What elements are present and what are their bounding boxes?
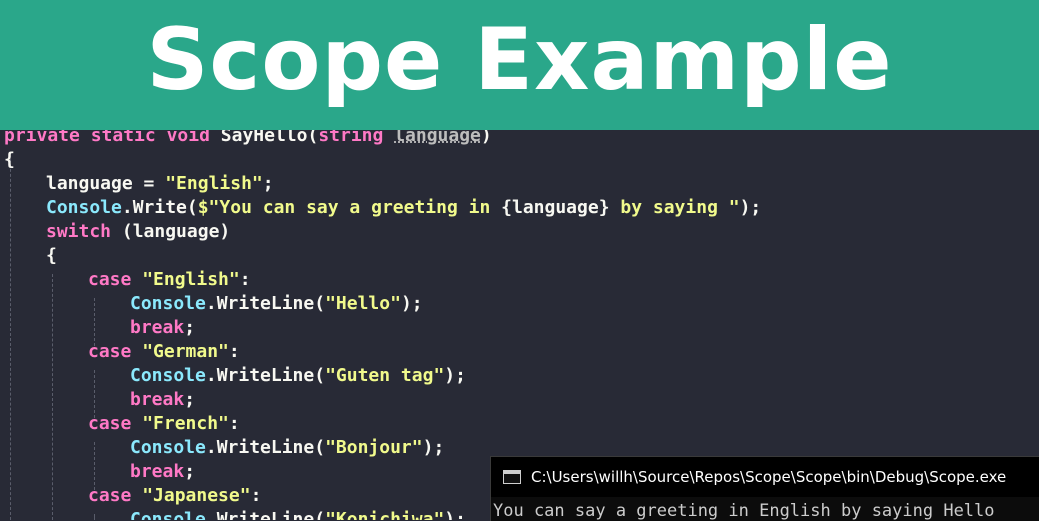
console-window-icon [503,470,521,484]
code-line: private static void SayHello(string lang… [4,130,492,146]
code-line: Console.Write($"You can say a greeting i… [46,197,762,218]
code-line: Console.WriteLine("Konichiwa"); [130,509,466,520]
code-line: Console.WriteLine("Guten tag"); [130,365,466,386]
code-line: case "English": [88,269,251,290]
code-line: switch (language) [46,221,231,242]
code-line: { [46,245,57,266]
code-line: case "Japanese": [88,485,262,506]
code-line: case "French": [88,413,240,434]
code-line: { [4,149,15,170]
indent-guide [94,442,95,490]
code-line: language = "English"; [46,173,274,194]
indent-guide [94,298,95,346]
code-line: break; [130,389,196,410]
console-title: C:\Users\willh\Source\Repos\Scope\Scope\… [531,468,1007,486]
code-line: Console.WriteLine("Bonjour"); [130,437,445,458]
console-window[interactable]: C:\Users\willh\Source\Repos\Scope\Scope\… [490,456,1039,521]
console-title-bar[interactable]: C:\Users\willh\Source\Repos\Scope\Scope\… [491,457,1039,497]
title-banner: Scope Example [0,0,1039,130]
indent-guide [10,154,11,520]
code-line: break; [130,317,196,338]
console-output: You can say a greeting in English by say… [493,501,995,521]
indent-guide [52,274,53,520]
code-line: case "German": [88,341,240,362]
code-line: Console.WriteLine("Hello"); [130,293,423,314]
indent-guide [94,370,95,418]
indent-guide [94,514,95,520]
code-line: break; [130,461,196,482]
banner-title: Scope Example [146,10,893,110]
